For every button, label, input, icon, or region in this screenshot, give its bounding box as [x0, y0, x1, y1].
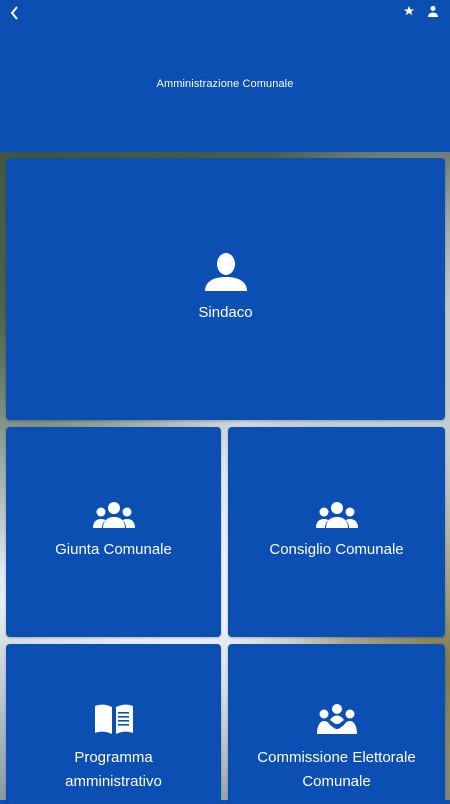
- tile-sindaco[interactable]: Sindaco: [6, 158, 445, 420]
- person-icon: [204, 253, 247, 291]
- tile-label-line2: amministrativo: [65, 773, 162, 790]
- handshake-group-icon: [316, 704, 357, 734]
- page-title: Amministrazione Comunale: [156, 78, 294, 90]
- back-chevron-icon: [10, 6, 18, 20]
- header-actions: [402, 4, 440, 18]
- tile-label: Consiglio Comunale: [269, 541, 404, 558]
- book-icon: [94, 704, 133, 734]
- tile-label: Programma amministrativo: [65, 746, 162, 794]
- group-icon: [92, 502, 135, 528]
- back-button[interactable]: [4, 2, 26, 24]
- account-button[interactable]: [426, 4, 440, 18]
- tile-giunta-comunale[interactable]: Giunta Comunale: [6, 427, 221, 637]
- tile-label: Commissione Elettorale Comunale: [257, 746, 415, 794]
- tile-label: Giunta Comunale: [55, 541, 172, 558]
- tile-label: Sindaco: [198, 304, 253, 321]
- favorite-button[interactable]: [402, 4, 416, 18]
- tile-programma-amministrativo[interactable]: Programma amministrativo: [6, 644, 221, 804]
- group-icon: [315, 502, 358, 528]
- user-icon: [428, 6, 438, 17]
- tile-label-line1: Commissione Elettorale: [257, 749, 416, 766]
- star-icon: [404, 6, 414, 16]
- tile-commissione-elettorale[interactable]: Commissione Elettorale Comunale: [228, 644, 445, 804]
- tile-consiglio-comunale[interactable]: Consiglio Comunale: [228, 427, 445, 637]
- app-header: Amministrazione Comunale: [0, 0, 450, 152]
- tile-label-line2: Comunale: [302, 773, 371, 790]
- tile-label-line1: Programma: [74, 749, 153, 766]
